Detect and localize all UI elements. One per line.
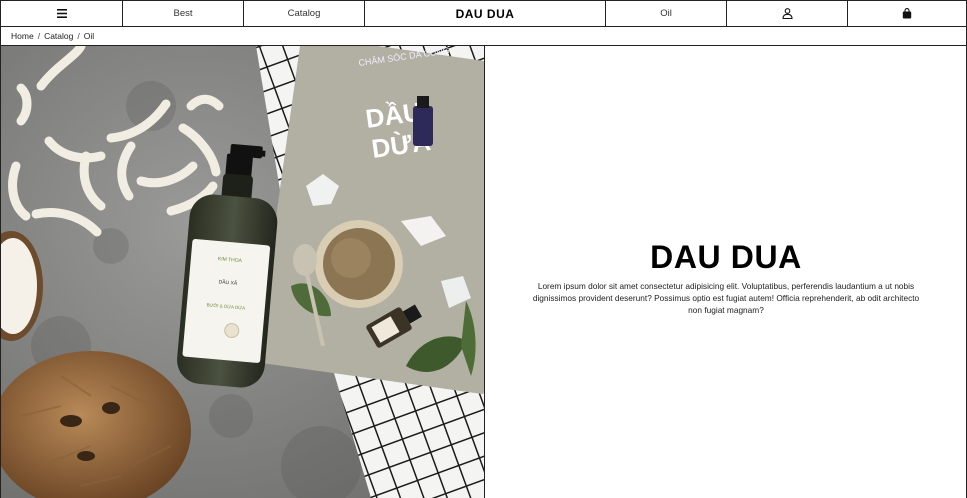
product-photo-illustration: CHĂM SÓC DA CÙNG DẦU DỪA KIM THOA DẦU XẢ… [1, 46, 484, 498]
menu-button[interactable] [0, 1, 122, 26]
brand-logo-link[interactable]: DAU DUA [364, 1, 605, 26]
breadcrumb: Home / Catalog / Oil [0, 27, 967, 46]
breadcrumb-separator: / [77, 31, 80, 41]
hamburger-menu-icon [56, 9, 67, 18]
cart-button[interactable] [847, 1, 967, 26]
nav-link-best-label: Best [173, 8, 193, 19]
product-description: Lorem ipsum dolor sit amet consectetur a… [532, 280, 920, 315]
breadcrumb-oil: Oil [83, 31, 95, 41]
nav-link-catalog-label: Catalog [287, 8, 321, 19]
top-navigation: Best Catalog DAU DUA Oil [0, 0, 967, 27]
product-hero: CHĂM SÓC DA CÙNG DẦU DỪA KIM THOA DẦU XẢ… [0, 46, 967, 498]
shopping-bag-icon [902, 8, 912, 19]
account-button[interactable] [726, 1, 847, 26]
nav-link-catalog[interactable]: Catalog [243, 1, 364, 26]
nav-link-oil-label: Oil [660, 8, 672, 19]
brand-name: DAU DUA [455, 6, 515, 21]
product-description-panel: DAU DUA Lorem ipsum dolor sit amet conse… [485, 46, 967, 498]
breadcrumb-catalog[interactable]: Catalog [44, 31, 73, 41]
nav-link-oil[interactable]: Oil [605, 1, 726, 26]
breadcrumb-separator: / [37, 31, 41, 41]
nav-link-best[interactable]: Best [122, 1, 243, 26]
product-title: DAU DUA [650, 238, 802, 275]
user-icon [781, 8, 793, 19]
product-photo: CHĂM SÓC DA CÙNG DẦU DỪA KIM THOA DẦU XẢ… [1, 46, 485, 498]
breadcrumb-home[interactable]: Home [11, 31, 34, 41]
